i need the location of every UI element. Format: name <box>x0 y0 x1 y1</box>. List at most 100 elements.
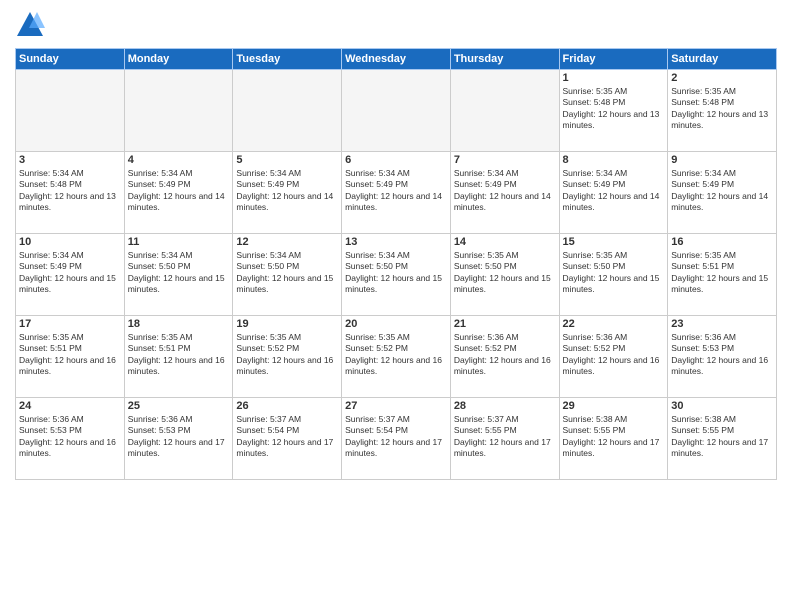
day-info: Sunrise: 5:34 AM Sunset: 5:50 PM Dayligh… <box>128 250 230 296</box>
day-info: Sunrise: 5:37 AM Sunset: 5:55 PM Dayligh… <box>454 414 556 460</box>
day-number: 24 <box>19 400 121 412</box>
calendar-day-cell <box>450 70 559 152</box>
day-info: Sunrise: 5:34 AM Sunset: 5:49 PM Dayligh… <box>454 168 556 214</box>
logo-icon <box>15 10 45 40</box>
weekday-header: Monday <box>124 49 233 70</box>
day-info: Sunrise: 5:34 AM Sunset: 5:50 PM Dayligh… <box>236 250 338 296</box>
day-info: Sunrise: 5:35 AM Sunset: 5:48 PM Dayligh… <box>563 86 665 132</box>
weekday-header: Tuesday <box>233 49 342 70</box>
day-number: 20 <box>345 318 447 330</box>
calendar-week-row: 10Sunrise: 5:34 AM Sunset: 5:49 PM Dayli… <box>16 234 777 316</box>
day-info: Sunrise: 5:35 AM Sunset: 5:52 PM Dayligh… <box>345 332 447 378</box>
day-info: Sunrise: 5:35 AM Sunset: 5:51 PM Dayligh… <box>671 250 773 296</box>
calendar-day-cell: 26 Sunrise: 5:37 AM Sunset: 5:54 PM Dayli… <box>233 398 342 480</box>
calendar-day-cell: 25 Sunrise: 5:36 AM Sunset: 5:53 PM Dayli… <box>124 398 233 480</box>
weekday-header: Friday <box>559 49 668 70</box>
calendar-day-cell <box>342 70 451 152</box>
calendar-day-cell: 4 Sunrise: 5:34 AM Sunset: 5:49 PM Daylig… <box>124 152 233 234</box>
calendar-day-cell: 8 Sunrise: 5:34 AM Sunset: 5:49 PM Daylig… <box>559 152 668 234</box>
day-info: Sunrise: 5:36 AM Sunset: 5:53 PM Dayligh… <box>671 332 773 378</box>
day-number: 2 <box>671 72 773 84</box>
day-number: 15 <box>563 236 665 248</box>
calendar-day-cell: 11 Sunrise: 5:34 AM Sunset: 5:50 PM Dayli… <box>124 234 233 316</box>
day-info: Sunrise: 5:35 AM Sunset: 5:51 PM Dayligh… <box>19 332 121 378</box>
day-info: Sunrise: 5:36 AM Sunset: 5:53 PM Dayligh… <box>128 414 230 460</box>
day-number: 23 <box>671 318 773 330</box>
day-info: Sunrise: 5:36 AM Sunset: 5:52 PM Dayligh… <box>563 332 665 378</box>
day-info: Sunrise: 5:35 AM Sunset: 5:50 PM Dayligh… <box>563 250 665 296</box>
calendar-day-cell: 10Sunrise: 5:34 AM Sunset: 5:49 PM Dayli… <box>16 234 125 316</box>
day-number: 29 <box>563 400 665 412</box>
logo <box>15 10 49 40</box>
day-info: Sunrise: 5:38 AM Sunset: 5:55 PM Dayligh… <box>563 414 665 460</box>
calendar-day-cell: 12Sunrise: 5:34 AM Sunset: 5:50 PM Dayli… <box>233 234 342 316</box>
day-number: 1 <box>563 72 665 84</box>
day-info: Sunrise: 5:34 AM Sunset: 5:50 PM Dayligh… <box>345 250 447 296</box>
calendar-day-cell: 19 Sunrise: 5:35 AM Sunset: 5:52 PM Dayli… <box>233 316 342 398</box>
calendar-day-cell: 23 Sunrise: 5:36 AM Sunset: 5:53 PM Dayli… <box>668 316 777 398</box>
day-info: Sunrise: 5:35 AM Sunset: 5:50 PM Dayligh… <box>454 250 556 296</box>
day-number: 14 <box>454 236 556 248</box>
day-number: 7 <box>454 154 556 166</box>
calendar-day-cell: 30Sunrise: 5:38 AM Sunset: 5:55 PM Dayli… <box>668 398 777 480</box>
day-number: 21 <box>454 318 556 330</box>
calendar-week-row: 24 Sunrise: 5:36 AM Sunset: 5:53 PM Dayli… <box>16 398 777 480</box>
day-info: Sunrise: 5:35 AM Sunset: 5:52 PM Dayligh… <box>236 332 338 378</box>
day-info: Sunrise: 5:37 AM Sunset: 5:54 PM Dayligh… <box>236 414 338 460</box>
calendar-day-cell: 5Sunrise: 5:34 AM Sunset: 5:49 PM Daylig… <box>233 152 342 234</box>
calendar-day-cell: 3 Sunrise: 5:34 AM Sunset: 5:48 PM Daylig… <box>16 152 125 234</box>
day-info: Sunrise: 5:35 AM Sunset: 5:51 PM Dayligh… <box>128 332 230 378</box>
day-info: Sunrise: 5:34 AM Sunset: 5:49 PM Dayligh… <box>128 168 230 214</box>
day-number: 13 <box>345 236 447 248</box>
day-number: 26 <box>236 400 338 412</box>
day-info: Sunrise: 5:34 AM Sunset: 5:48 PM Dayligh… <box>19 168 121 214</box>
calendar-day-cell: 6Sunrise: 5:34 AM Sunset: 5:49 PM Daylig… <box>342 152 451 234</box>
day-number: 28 <box>454 400 556 412</box>
calendar-day-cell: 2Sunrise: 5:35 AM Sunset: 5:48 PM Daylig… <box>668 70 777 152</box>
day-info: Sunrise: 5:38 AM Sunset: 5:55 PM Dayligh… <box>671 414 773 460</box>
day-number: 19 <box>236 318 338 330</box>
day-number: 22 <box>563 318 665 330</box>
day-info: Sunrise: 5:34 AM Sunset: 5:49 PM Dayligh… <box>19 250 121 296</box>
day-info: Sunrise: 5:34 AM Sunset: 5:49 PM Dayligh… <box>345 168 447 214</box>
day-number: 17 <box>19 318 121 330</box>
page-container: SundayMondayTuesdayWednesdayThursdayFrid… <box>0 0 792 612</box>
calendar-day-cell: 17 Sunrise: 5:35 AM Sunset: 5:51 PM Dayli… <box>16 316 125 398</box>
calendar-day-cell: 27 Sunrise: 5:37 AM Sunset: 5:54 PM Dayli… <box>342 398 451 480</box>
weekday-header: Saturday <box>668 49 777 70</box>
calendar-day-cell: 1 Sunrise: 5:35 AM Sunset: 5:48 PM Daylig… <box>559 70 668 152</box>
calendar-table: SundayMondayTuesdayWednesdayThursdayFrid… <box>15 48 777 480</box>
day-info: Sunrise: 5:36 AM Sunset: 5:53 PM Dayligh… <box>19 414 121 460</box>
calendar-day-cell: 13 Sunrise: 5:34 AM Sunset: 5:50 PM Dayli… <box>342 234 451 316</box>
day-info: Sunrise: 5:37 AM Sunset: 5:54 PM Dayligh… <box>345 414 447 460</box>
day-number: 11 <box>128 236 230 248</box>
calendar-day-cell <box>124 70 233 152</box>
day-info: Sunrise: 5:34 AM Sunset: 5:49 PM Dayligh… <box>236 168 338 214</box>
weekday-header: Thursday <box>450 49 559 70</box>
calendar-day-cell: 7 Sunrise: 5:34 AM Sunset: 5:49 PM Daylig… <box>450 152 559 234</box>
day-number: 8 <box>563 154 665 166</box>
weekday-header: Sunday <box>16 49 125 70</box>
day-number: 3 <box>19 154 121 166</box>
day-info: Sunrise: 5:34 AM Sunset: 5:49 PM Dayligh… <box>671 168 773 214</box>
day-number: 9 <box>671 154 773 166</box>
calendar-day-cell: 22 Sunrise: 5:36 AM Sunset: 5:52 PM Dayli… <box>559 316 668 398</box>
calendar-day-cell: 20 Sunrise: 5:35 AM Sunset: 5:52 PM Dayli… <box>342 316 451 398</box>
calendar-day-cell: 29 Sunrise: 5:38 AM Sunset: 5:55 PM Dayli… <box>559 398 668 480</box>
day-number: 4 <box>128 154 230 166</box>
day-number: 18 <box>128 318 230 330</box>
calendar-header-row: SundayMondayTuesdayWednesdayThursdayFrid… <box>16 49 777 70</box>
calendar-day-cell <box>16 70 125 152</box>
day-info: Sunrise: 5:34 AM Sunset: 5:49 PM Dayligh… <box>563 168 665 214</box>
calendar-day-cell: 18 Sunrise: 5:35 AM Sunset: 5:51 PM Dayli… <box>124 316 233 398</box>
calendar-day-cell: 24 Sunrise: 5:36 AM Sunset: 5:53 PM Dayli… <box>16 398 125 480</box>
calendar-day-cell: 9 Sunrise: 5:34 AM Sunset: 5:49 PM Daylig… <box>668 152 777 234</box>
calendar-day-cell: 14 Sunrise: 5:35 AM Sunset: 5:50 PM Dayli… <box>450 234 559 316</box>
day-number: 25 <box>128 400 230 412</box>
calendar-day-cell <box>233 70 342 152</box>
day-info: Sunrise: 5:36 AM Sunset: 5:52 PM Dayligh… <box>454 332 556 378</box>
day-number: 27 <box>345 400 447 412</box>
page-header <box>15 10 777 40</box>
calendar-week-row: 17 Sunrise: 5:35 AM Sunset: 5:51 PM Dayli… <box>16 316 777 398</box>
calendar-day-cell: 15 Sunrise: 5:35 AM Sunset: 5:50 PM Dayli… <box>559 234 668 316</box>
